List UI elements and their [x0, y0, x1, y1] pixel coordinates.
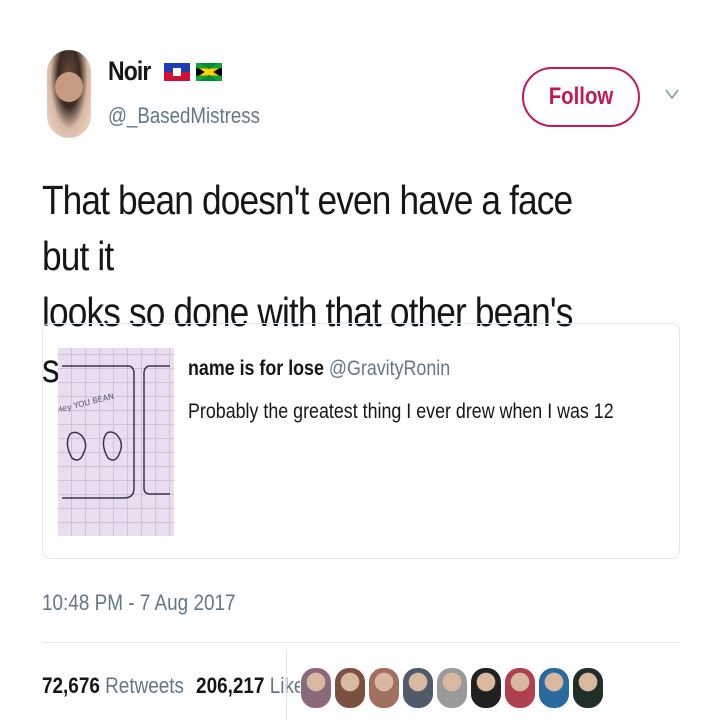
liker-avatar[interactable]: [436, 667, 468, 709]
quoted-author[interactable]: name is for lose @GravityRonin: [188, 357, 450, 381]
liker-avatar[interactable]: [538, 667, 570, 709]
liker-avatar[interactable]: [402, 667, 434, 709]
avatar-face: [55, 72, 83, 102]
stats-divider: [286, 650, 287, 720]
retweets-stat[interactable]: 72,676 Retweets: [42, 673, 184, 699]
liker-avatar[interactable]: [572, 667, 604, 709]
liker-avatar[interactable]: [470, 667, 502, 709]
jamaica-flag-icon: [196, 62, 222, 81]
display-name[interactable]: Noir: [108, 56, 151, 87]
liker-avatar[interactable]: [504, 667, 536, 709]
likers-avatars: [300, 667, 604, 709]
likes-stat[interactable]: 206,217 Likes: [196, 673, 314, 699]
user-name-row: Noir: [108, 56, 222, 87]
quoted-tweet-image[interactable]: Hey YOU BEAN: [58, 348, 174, 536]
divider: [42, 642, 680, 643]
user-handle[interactable]: @_BasedMistress: [108, 103, 260, 129]
retweets-label: Retweets: [105, 673, 185, 698]
tweet-timestamp[interactable]: 10:48 PM - 7 Aug 2017: [42, 590, 236, 616]
retweets-count: 72,676: [42, 673, 100, 698]
follow-button[interactable]: Follow: [522, 67, 640, 127]
likes-count: 206,217: [196, 673, 265, 698]
follow-button-label: Follow: [548, 83, 614, 110]
quoted-author-handle[interactable]: @GravityRonin: [329, 357, 450, 380]
user-avatar[interactable]: [47, 50, 91, 138]
quoted-tweet-text: Probably the greatest thing I ever drew …: [188, 400, 614, 423]
quoted-image-scrawl: Hey YOU BEAN: [58, 392, 115, 415]
quoted-author-name[interactable]: name is for lose: [188, 357, 324, 380]
haiti-flag-icon: [164, 62, 190, 81]
quoted-tweet[interactable]: Hey YOU BEAN name is for lose @GravityRo…: [42, 323, 680, 559]
liker-avatar[interactable]: [368, 667, 400, 709]
chevron-down-icon[interactable]: [664, 86, 680, 102]
tweet-stats: 72,676 Retweets 206,217 Likes: [42, 673, 314, 699]
liker-avatar[interactable]: [334, 667, 366, 709]
liker-avatar[interactable]: [300, 667, 332, 709]
